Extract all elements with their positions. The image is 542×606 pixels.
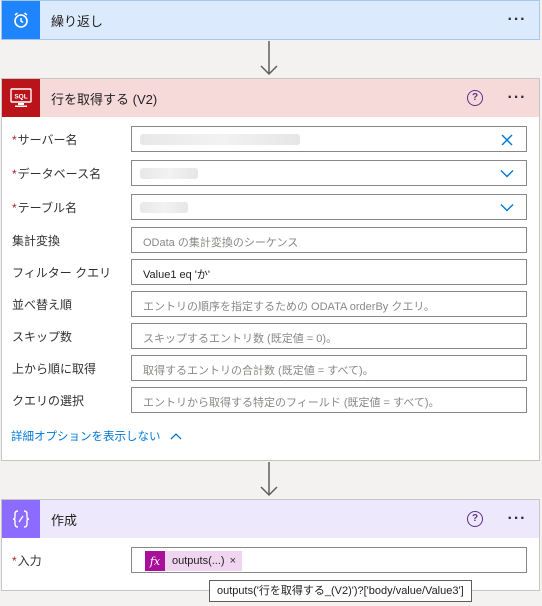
- remove-token-icon[interactable]: ×: [230, 555, 242, 567]
- hide-advanced-options-link[interactable]: 詳細オプションを表示しない: [11, 428, 182, 444]
- hide-advanced-options-label: 詳細オプションを表示しない: [11, 431, 161, 443]
- skip-count-input[interactable]: スキップするエントリ数 (既定値 = 0)。: [131, 323, 527, 349]
- server-name-row: *サーバー名: [2, 126, 539, 152]
- repeat-action-title: 繰り返し: [51, 13, 104, 29]
- top-count-input[interactable]: 取得するエントリの合計数 (既定値 = すべて)。: [131, 355, 527, 381]
- order-by-input[interactable]: エントリの順序を指定するための ODATA orderBy クエリ。: [131, 291, 527, 317]
- database-name-label: *データベース名: [12, 167, 102, 181]
- chevron-up-icon: [170, 433, 182, 440]
- sql-server-icon: SQL: [2, 79, 40, 117]
- repeat-more-button[interactable]: ···: [505, 12, 529, 28]
- repeat-action-card[interactable]: 繰り返し ···: [1, 0, 540, 40]
- database-name-dropdown[interactable]: [131, 160, 527, 186]
- clear-icon[interactable]: [500, 133, 514, 147]
- redacted-value: [140, 134, 300, 145]
- compose-action-title: 作成: [51, 512, 78, 528]
- redacted-value: [140, 168, 198, 179]
- compose-input-label: *入力: [12, 554, 42, 568]
- compose-more-button[interactable]: ···: [505, 511, 529, 527]
- expression-token-label: outputs(...): [172, 555, 225, 567]
- skip-count-label: スキップ数: [12, 330, 73, 344]
- compose-action-header[interactable]: 作成 ? ···: [2, 500, 539, 538]
- select-query-input[interactable]: エントリから取得する特定のフィールド (既定値 = すべて)。: [131, 387, 527, 413]
- order-by-row: 並べ替え順 エントリの順序を指定するための ODATA orderBy クエリ。: [2, 291, 539, 317]
- compose-action-card[interactable]: 作成 ? ··· *入力 fx outputs(...) ×: [1, 499, 540, 591]
- alarm-clock-icon: [2, 1, 40, 39]
- filter-query-value: Value1 eq 'か': [143, 269, 210, 281]
- compose-braces-icon: [2, 500, 40, 538]
- server-name-field[interactable]: [131, 126, 527, 152]
- compose-input-row: *入力 fx outputs(...) ×: [2, 547, 539, 573]
- select-query-placeholder: エントリから取得する特定のフィールド (既定値 = すべて)。: [143, 397, 440, 409]
- svg-text:SQL: SQL: [14, 94, 27, 101]
- skip-count-placeholder: スキップするエントリ数 (既定値 = 0)。: [143, 333, 338, 345]
- compose-input-field[interactable]: fx outputs(...) ×: [131, 547, 527, 573]
- flow-arrow-icon: [260, 462, 278, 497]
- expression-token[interactable]: fx outputs(...) ×: [145, 551, 243, 571]
- filter-query-row: フィルター クエリ Value1 eq 'か': [2, 259, 539, 285]
- get-rows-action-card[interactable]: SQL 行を取得する (V2) ? ··· *サーバー名 *データベース名 *テ…: [1, 78, 540, 461]
- aggregation-transform-input[interactable]: OData の集計変換のシーケンス: [131, 227, 527, 253]
- select-query-label: クエリの選択: [12, 394, 85, 408]
- help-icon[interactable]: ?: [467, 511, 483, 527]
- get-rows-action-title: 行を取得する (V2): [51, 91, 158, 107]
- chevron-down-icon[interactable]: [500, 200, 514, 214]
- table-name-dropdown[interactable]: [131, 194, 527, 220]
- table-name-label: *テーブル名: [12, 201, 77, 215]
- top-count-row: 上から順に取得 取得するエントリの合計数 (既定値 = すべて)。: [2, 355, 539, 381]
- fx-icon: fx: [145, 551, 165, 571]
- aggregation-transform-label: 集計変換: [12, 234, 61, 248]
- filter-query-label: フィルター クエリ: [12, 266, 112, 280]
- order-by-placeholder: エントリの順序を指定するための ODATA orderBy クエリ。: [143, 301, 435, 313]
- filter-query-input[interactable]: Value1 eq 'か': [131, 259, 527, 285]
- server-name-label: *サーバー名: [12, 133, 78, 147]
- skip-count-row: スキップ数 スキップするエントリ数 (既定値 = 0)。: [2, 323, 539, 349]
- table-name-row: *テーブル名: [2, 194, 539, 220]
- order-by-label: 並べ替え順: [12, 298, 73, 312]
- get-rows-action-header[interactable]: SQL 行を取得する (V2) ? ···: [2, 79, 539, 117]
- top-count-placeholder: 取得するエントリの合計数 (既定値 = すべて)。: [143, 365, 374, 377]
- chevron-down-icon[interactable]: [500, 166, 514, 180]
- redacted-value: [140, 202, 188, 213]
- aggregation-transform-row: 集計変換 OData の集計変換のシーケンス: [2, 227, 539, 253]
- select-query-row: クエリの選択 エントリから取得する特定のフィールド (既定値 = すべて)。: [2, 387, 539, 413]
- expression-tooltip: outputs('行を取得する_(V2)')?['body/value/Valu…: [209, 580, 472, 602]
- help-icon[interactable]: ?: [467, 90, 483, 106]
- database-name-row: *データベース名: [2, 160, 539, 186]
- top-count-label: 上から順に取得: [12, 362, 97, 376]
- get-rows-more-button[interactable]: ···: [505, 90, 529, 106]
- repeat-action-header[interactable]: 繰り返し ···: [2, 1, 539, 39]
- flow-arrow-icon: [260, 41, 278, 76]
- aggregation-transform-placeholder: OData の集計変換のシーケンス: [143, 237, 299, 249]
